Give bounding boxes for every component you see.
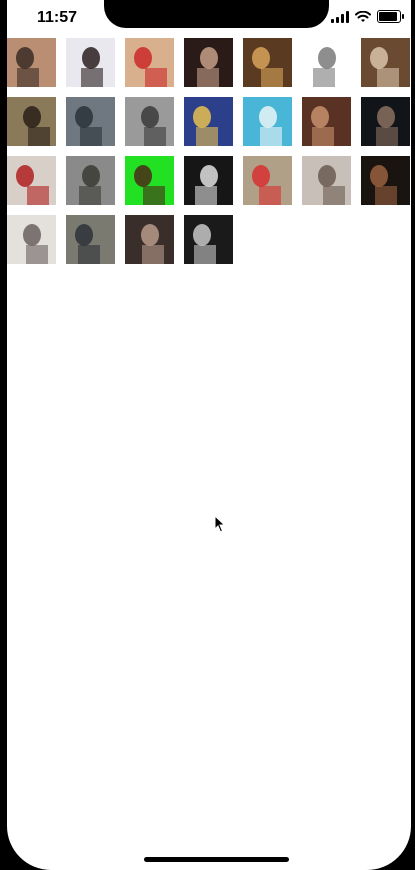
thumbnail-image: [243, 38, 292, 87]
gif-thumbnail[interactable]: [125, 38, 174, 87]
thumbnail-image: [125, 215, 174, 264]
gif-thumbnail[interactable]: [184, 215, 233, 264]
thumbnail-image: [243, 156, 292, 205]
gif-thumbnail[interactable]: [184, 156, 233, 205]
thumbnail-image: [66, 215, 115, 264]
thumbnail-image: [125, 156, 174, 205]
gif-thumbnail[interactable]: [66, 215, 115, 264]
gif-thumbnail[interactable]: [7, 38, 56, 87]
thumbnail-image: [7, 156, 56, 205]
gif-thumbnail[interactable]: [7, 97, 56, 146]
gif-thumbnail[interactable]: [66, 156, 115, 205]
notch: [104, 0, 329, 28]
gif-thumbnail[interactable]: [302, 38, 351, 87]
gif-thumbnail[interactable]: [361, 38, 410, 87]
thumbnail-image: [361, 156, 410, 205]
gif-thumbnail[interactable]: [125, 215, 174, 264]
gif-thumbnail[interactable]: [243, 97, 292, 146]
gif-thumbnail[interactable]: [66, 38, 115, 87]
thumbnail-image: [302, 38, 351, 87]
status-time: 11:57: [37, 9, 78, 26]
mouse-cursor-icon: [214, 515, 226, 533]
thumbnail-image: [66, 156, 115, 205]
device-frame: 11:57: [0, 0, 415, 870]
gif-thumbnail[interactable]: [361, 156, 410, 205]
thumbnail-image: [7, 38, 56, 87]
app-screen: 11:57: [7, 0, 411, 870]
gif-thumbnail[interactable]: [7, 215, 56, 264]
home-indicator[interactable]: [144, 857, 289, 862]
thumbnail-image: [125, 97, 174, 146]
gif-thumbnail[interactable]: [125, 156, 174, 205]
thumbnail-image: [184, 156, 233, 205]
thumbnail-image: [184, 97, 233, 146]
battery-icon: [377, 10, 404, 23]
gif-thumbnail[interactable]: [302, 97, 351, 146]
gif-thumbnail[interactable]: [302, 156, 351, 205]
thumbnail-image: [243, 97, 292, 146]
gif-thumbnail[interactable]: [184, 38, 233, 87]
thumbnail-image: [302, 156, 351, 205]
gif-thumbnail[interactable]: [243, 38, 292, 87]
gif-thumbnail[interactable]: [7, 156, 56, 205]
gif-thumbnail[interactable]: [184, 97, 233, 146]
thumbnail-image: [184, 38, 233, 87]
thumbnail-image: [184, 215, 233, 264]
thumbnail-image: [361, 97, 410, 146]
thumbnail-image: [7, 215, 56, 264]
gif-thumbnail[interactable]: [243, 156, 292, 205]
signal-icon: [331, 10, 349, 23]
gif-grid: [7, 38, 410, 264]
status-icons: [331, 10, 404, 23]
gif-thumbnail[interactable]: [361, 97, 410, 146]
thumbnail-image: [302, 97, 351, 146]
gif-thumbnail[interactable]: [125, 97, 174, 146]
thumbnail-image: [125, 38, 174, 87]
thumbnail-image: [7, 97, 56, 146]
gif-thumbnail[interactable]: [66, 97, 115, 146]
thumbnail-image: [66, 97, 115, 146]
thumbnail-image: [66, 38, 115, 87]
wifi-icon: [355, 10, 371, 22]
thumbnail-image: [361, 38, 410, 87]
